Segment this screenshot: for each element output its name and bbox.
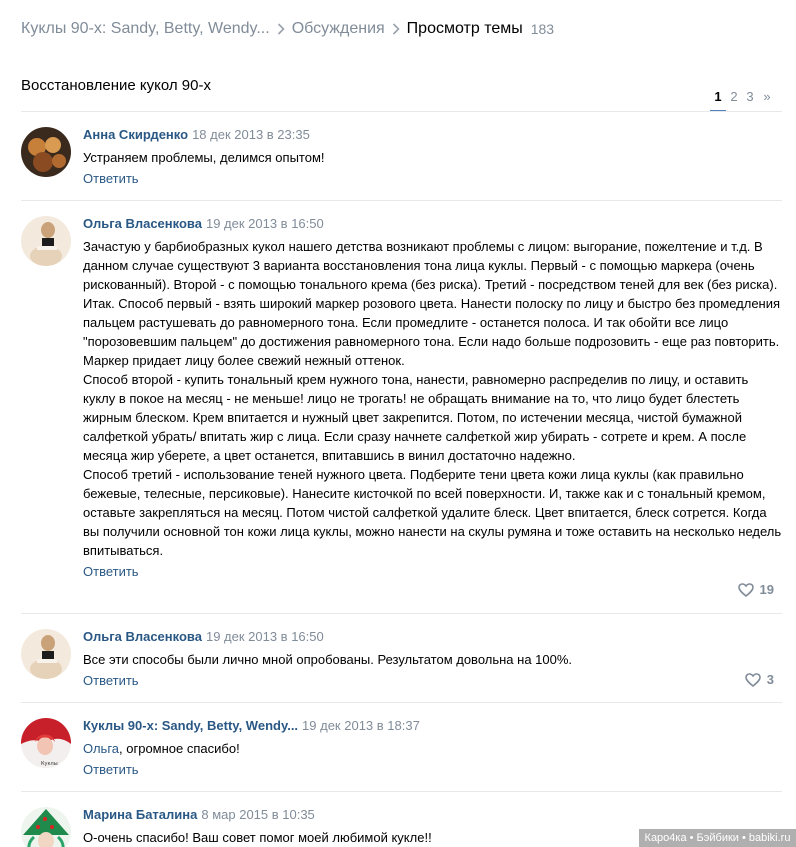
- breadcrumb-discussions-link[interactable]: Обсуждения: [292, 20, 385, 38]
- avatar[interactable]: [21, 127, 71, 177]
- like-button[interactable]: 19: [737, 582, 774, 597]
- comment-paragraph: О-очень спасибо! Ваш совет помог моей лю…: [83, 830, 432, 845]
- page-1-link[interactable]: 1: [710, 88, 726, 112]
- avatar[interactable]: [21, 807, 71, 847]
- comment-text: Ольга, огромное спасибо!: [83, 739, 782, 758]
- breadcrumb-current: Просмотр темы: [406, 20, 523, 37]
- breadcrumb: Куклы 90-х: Sandy, Betty, Wendy... Обсуж…: [21, 18, 554, 40]
- reply-button[interactable]: Ответить: [83, 171, 139, 187]
- comment-author-link[interactable]: Ольга Власенкова: [83, 629, 202, 644]
- page-3-link[interactable]: 3: [742, 88, 758, 112]
- comment-date[interactable]: 19 дек 2013 в 16:50: [206, 629, 324, 644]
- comment-author-link[interactable]: Куклы 90-х: Sandy, Betty, Wendy...: [83, 718, 298, 733]
- comment: Ольга Власенкова 19 дек 2013 в 16:50 Все …: [21, 629, 782, 689]
- comment-text: Устраняем проблемы, делимся опытом!: [83, 148, 782, 167]
- comment-paragraph: Итак. Способ первый - взять широкий марк…: [83, 296, 781, 368]
- heart-icon: [744, 672, 761, 687]
- divider: [21, 613, 782, 614]
- reply-button[interactable]: Ответить: [83, 762, 139, 778]
- comment-text: Зачастую у барбиобразных кукол нашего де…: [83, 237, 782, 560]
- reply-to-link[interactable]: Ольга: [83, 741, 119, 756]
- chevron-right-icon: [270, 20, 292, 38]
- next-page-link[interactable]: »: [758, 88, 776, 106]
- comment-paragraph: Все эти способы были лично мной опробова…: [83, 652, 573, 667]
- page-2-link[interactable]: 2: [726, 88, 742, 112]
- watermark: Каро4ка • Бэйбики • babiki.ru: [639, 829, 796, 847]
- comment: Ольга Власенкова 19 дек 2013 в 16:50 Зача…: [21, 216, 782, 601]
- avatar[interactable]: [21, 629, 71, 679]
- chevron-right-icon: [385, 20, 407, 38]
- reply-button[interactable]: Ответить: [83, 564, 139, 580]
- reply-button[interactable]: Ответить: [83, 673, 139, 689]
- comment-date[interactable]: 8 мар 2015 в 10:35: [201, 807, 314, 822]
- like-count: 3: [766, 672, 774, 687]
- breadcrumb-group-link[interactable]: Куклы 90-х: Sandy, Betty, Wendy...: [21, 20, 270, 38]
- divider: [21, 702, 782, 703]
- like-count: 19: [759, 582, 774, 597]
- comment-author-link[interactable]: Анна Скирденко: [83, 127, 188, 142]
- comment-paragraph: Способ третий - использование теней нужн…: [83, 467, 782, 558]
- heart-icon: [737, 582, 754, 597]
- divider: [21, 111, 782, 112]
- like-button[interactable]: 3: [744, 672, 774, 687]
- comment-date[interactable]: 19 дек 2013 в 16:50: [206, 216, 324, 231]
- comment-text: Все эти способы были лично мной опробова…: [83, 650, 782, 669]
- topic-title: Восстановление кукол 90-х: [21, 77, 211, 94]
- comment-paragraph: Способ второй - купить тональный крем ну…: [83, 372, 749, 463]
- pagination: 1 2 3 »: [710, 88, 776, 112]
- avatar[interactable]: [21, 216, 71, 266]
- comment-author-link[interactable]: Ольга Власенкова: [83, 216, 202, 231]
- divider: [21, 791, 782, 792]
- comment-date[interactable]: 19 дек 2013 в 18:37: [302, 718, 420, 733]
- comment-paragraph: Зачастую у барбиобразных кукол нашего де…: [83, 239, 778, 292]
- comment: Куклы Куклы 90-х: Sandy, Betty, Wendy...…: [21, 718, 782, 778]
- comment-author-link[interactable]: Марина Баталина: [83, 807, 197, 822]
- comment: Анна Скирденко 18 дек 2013 в 23:35 Устран…: [21, 127, 782, 187]
- comment-paragraph: , огромное спасибо!: [119, 741, 240, 756]
- comment-date[interactable]: 18 дек 2013 в 23:35: [192, 127, 310, 142]
- comment-paragraph: Устраняем проблемы, делимся опытом!: [83, 150, 325, 165]
- avatar-caption: Куклы: [41, 761, 58, 767]
- avatar[interactable]: Куклы: [21, 718, 71, 768]
- topic-count: 183: [530, 21, 555, 37]
- divider: [21, 200, 782, 201]
